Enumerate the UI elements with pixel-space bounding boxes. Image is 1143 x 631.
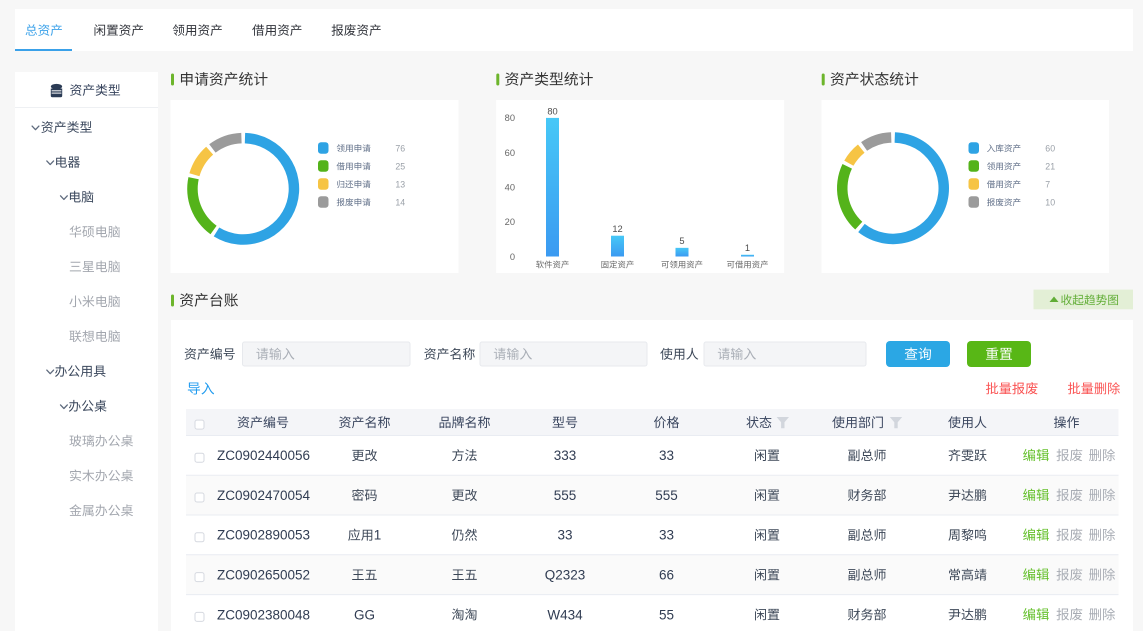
svg-text:10: 10 (1045, 197, 1055, 207)
svg-text:ZC0902440056: ZC0902440056 (217, 448, 310, 463)
svg-text:ZC0902380048: ZC0902380048 (217, 607, 310, 622)
svg-text:60: 60 (505, 148, 515, 158)
svg-text:ZC0902890053: ZC0902890053 (217, 528, 310, 543)
svg-text:W434: W434 (547, 607, 583, 622)
svg-text:60: 60 (1045, 143, 1055, 153)
svg-text:ZC0902470054: ZC0902470054 (217, 488, 311, 503)
svg-text:0: 0 (510, 252, 515, 262)
svg-text:1: 1 (374, 528, 382, 543)
svg-text:66: 66 (659, 568, 674, 583)
svg-text:5: 5 (679, 236, 684, 246)
svg-text:40: 40 (505, 183, 515, 193)
svg-text:80: 80 (505, 113, 515, 123)
svg-text:33: 33 (659, 528, 674, 543)
svg-text:ZC0902650052: ZC0902650052 (217, 568, 310, 583)
svg-text:555: 555 (554, 488, 577, 503)
svg-text:76: 76 (395, 143, 405, 153)
svg-text:80: 80 (547, 106, 557, 116)
svg-text:555: 555 (655, 488, 678, 503)
svg-text:12: 12 (612, 224, 622, 234)
svg-text:33: 33 (659, 448, 674, 463)
svg-text:Q2323: Q2323 (545, 568, 586, 583)
svg-text:14: 14 (395, 197, 405, 207)
svg-text:13: 13 (395, 179, 405, 189)
svg-text:GG: GG (354, 607, 375, 622)
svg-text:1: 1 (745, 243, 750, 253)
svg-text:20: 20 (505, 217, 515, 227)
svg-text:33: 33 (557, 528, 572, 543)
svg-text:7: 7 (1045, 179, 1050, 189)
svg-text:55: 55 (659, 607, 674, 622)
svg-text:25: 25 (395, 161, 405, 171)
svg-text:21: 21 (1045, 161, 1055, 171)
svg-text:333: 333 (554, 448, 577, 463)
